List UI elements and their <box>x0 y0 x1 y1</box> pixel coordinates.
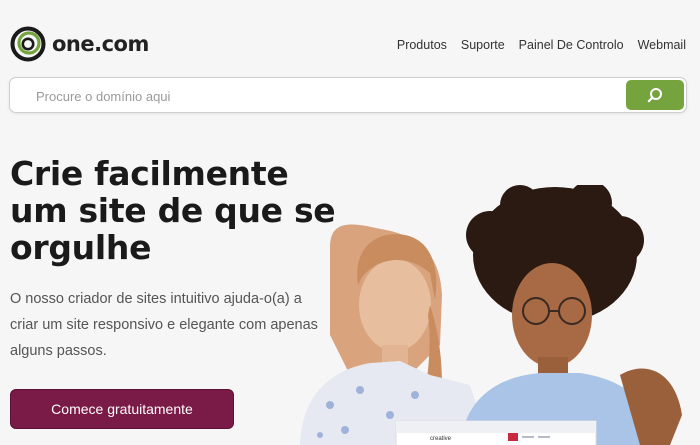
domain-search-input[interactable] <box>34 85 598 107</box>
domain-search-bar <box>9 77 687 113</box>
nav-item-produtos[interactable]: Produtos <box>397 38 447 52</box>
hero-photo: creative <box>300 185 682 445</box>
logo[interactable]: one.com <box>10 26 149 62</box>
search-icon <box>647 88 662 103</box>
hero-subtitle: O nosso criador de sites intuitivo ajuda… <box>10 291 318 359</box>
main-nav: Produtos Suporte Painel De Controlo Webm… <box>397 38 686 52</box>
laptop-screen-label: creative <box>430 436 452 442</box>
start-free-button[interactable]: Comece gratuitamente <box>10 389 234 429</box>
nav-item-suporte[interactable]: Suporte <box>461 38 505 52</box>
person-left-image <box>300 224 490 445</box>
person-right-image <box>460 185 682 445</box>
site-header: one.com Produtos Suporte Painel De Contr… <box>0 0 700 75</box>
logo-text: one.com <box>52 32 149 56</box>
logo-icon <box>10 26 46 62</box>
search-button[interactable] <box>626 80 684 110</box>
nav-item-painel-de-controlo[interactable]: Painel De Controlo <box>519 38 624 52</box>
laptop-screen-image: creative <box>395 420 597 445</box>
nav-item-webmail[interactable]: Webmail <box>638 38 686 52</box>
